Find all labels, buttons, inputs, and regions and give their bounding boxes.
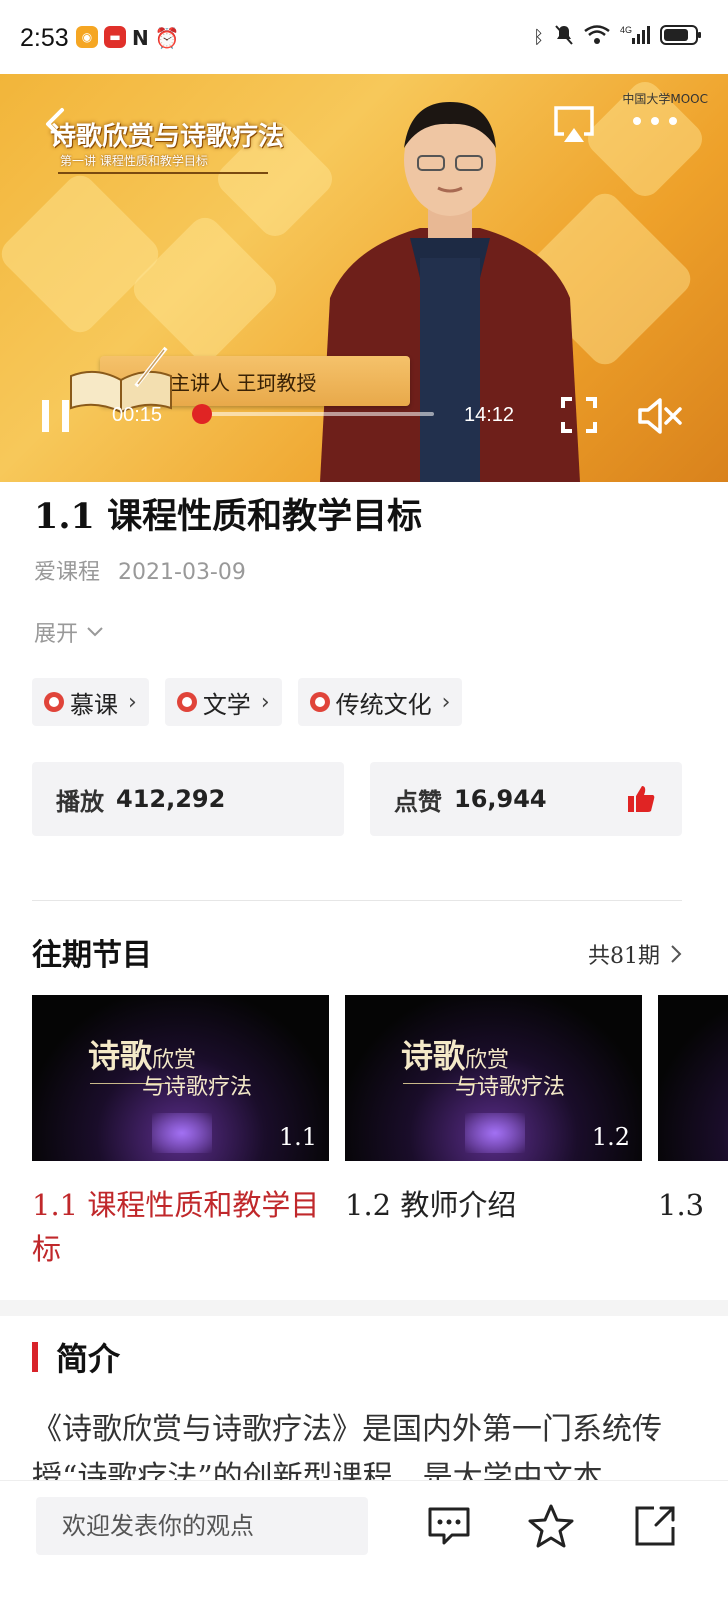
author-name[interactable]: 爱课程	[34, 560, 100, 585]
chevron-down-icon	[87, 627, 103, 637]
bottom-action-bar	[0, 1480, 728, 1600]
topic-icon	[176, 692, 197, 712]
episode-number: 1.1	[278, 1123, 317, 1151]
expand-label: 展开	[34, 622, 79, 647]
nfc-icon: N	[132, 26, 149, 50]
fullscreen-icon[interactable]	[560, 396, 598, 434]
status-time: 2:53	[20, 24, 69, 52]
share-icon[interactable]	[632, 1503, 678, 1549]
progress-slider[interactable]	[192, 404, 434, 424]
likes-value: 16,944	[454, 785, 547, 813]
episode-title: 1.2 教师介绍	[345, 1188, 517, 1222]
chevron-right-icon: ›	[260, 689, 270, 715]
comment-icon[interactable]	[426, 1503, 472, 1549]
play-count-card: 播放 412,292	[32, 762, 344, 836]
heading-accent-bar	[32, 1342, 38, 1372]
intro-text: 《诗歌欣赏与诗歌疗法》是国内外第一门系统传授“诗歌疗法”的创新型课程，是大学中文…	[32, 1412, 662, 1480]
tag-traditional-culture[interactable]: 传统文化 ›	[297, 678, 463, 726]
topic-icon	[44, 692, 64, 712]
episode-thumbnail: 诗歌欣赏 与诗歌疗法 1.2	[345, 995, 642, 1161]
alarm-icon: ⏰	[154, 26, 180, 50]
episode-number: 1.2	[591, 1123, 630, 1151]
section-divider	[32, 900, 682, 901]
plays-value: 412,292	[116, 785, 226, 813]
plays-label: 播放	[56, 786, 104, 816]
weibo-icon: ◉	[76, 26, 98, 48]
mute-icon[interactable]	[636, 396, 684, 436]
chevron-right-icon: ›	[441, 689, 451, 715]
more-options-icon[interactable]	[630, 106, 680, 136]
tag-label: 慕课	[70, 690, 118, 719]
likes-label: 点赞	[394, 786, 442, 816]
thumbs-up-icon	[628, 786, 655, 812]
signal-4g-icon: 4G	[620, 24, 650, 50]
battery-icon	[660, 24, 702, 50]
thumb-glow	[465, 1113, 525, 1153]
mooc-logo: 中国大学MOOC	[622, 92, 708, 106]
episode-title: 1.1 课程性质和教学目标	[32, 1188, 320, 1266]
presenter-figure	[320, 102, 580, 482]
svg-text:4G: 4G	[620, 25, 632, 35]
chevron-right-icon: ›	[128, 689, 137, 715]
star-icon[interactable]	[528, 1503, 574, 1549]
episode-count-label: 共81期	[588, 944, 660, 969]
episode-title: 1.3	[658, 1188, 705, 1222]
tag-literature[interactable]: 文学 ›	[164, 678, 282, 726]
progress-thumb[interactable]	[192, 404, 213, 424]
intro-heading: 简介	[56, 1340, 121, 1378]
bluetooth-icon: ᛒ	[533, 26, 544, 48]
current-time: 00:15	[112, 404, 163, 426]
episode-card[interactable]: 诗歌欣赏 与诗歌疗法 1.1 1.1 课程性质和教学目标	[32, 995, 329, 1271]
episode-card[interactable]: 诗歌欣赏 与诗歌疗法 1.2 1.2 教师介绍	[345, 995, 642, 1227]
video-meta: 爱课程 2021-03-09	[34, 554, 246, 586]
slide-title: 诗歌欣赏与诗歌疗法	[50, 122, 285, 152]
airplay-icon[interactable]	[552, 102, 596, 146]
status-bar: 2:53 ◉ ▬ N ⏰ ᛒ 4G	[0, 0, 728, 74]
video-player[interactable]: 诗歌欣赏与诗歌疗法 第一讲 课程性质和教学目标 中国大学MOOC 主讲人 王珂教…	[0, 74, 728, 482]
background-tile	[0, 169, 165, 339]
view-all-episodes[interactable]: 共81期	[588, 938, 682, 970]
thumb-subtitle: 与诗歌疗法	[455, 1075, 566, 1100]
tag-label: 文学	[202, 690, 251, 719]
wifi-icon	[584, 25, 610, 49]
episode-thumbnail	[658, 995, 728, 1161]
comment-input[interactable]	[36, 1497, 368, 1555]
background-tile	[127, 211, 283, 367]
publish-date: 2021-03-09	[118, 560, 246, 585]
video-title: 1.1 课程性质和教学目标	[34, 496, 423, 537]
section-separator	[0, 1300, 728, 1316]
expand-toggle[interactable]: 展开	[34, 616, 104, 648]
tag-label: 传统文化	[335, 690, 432, 719]
app-red-icon: ▬	[104, 26, 126, 48]
episode-thumbnail: 诗歌欣赏 与诗歌疗法 1.1	[32, 995, 329, 1161]
back-button[interactable]	[36, 104, 76, 144]
tag-list: 慕课 › 文学 › 传统文化 ›	[32, 678, 463, 726]
slide-subtitle: 第一讲 课程性质和教学目标	[60, 154, 208, 168]
like-button[interactable]: 点赞 16,944	[370, 762, 682, 836]
chevron-right-icon	[671, 945, 682, 963]
slide-divider	[58, 172, 268, 174]
thumb-subtitle: 与诗歌疗法	[142, 1075, 253, 1100]
pause-button[interactable]	[38, 396, 74, 436]
topic-icon	[309, 692, 330, 712]
thumb-glow	[152, 1113, 212, 1153]
tag-mooc[interactable]: 慕课 ›	[32, 678, 149, 726]
mute-bell-icon	[554, 24, 574, 50]
episode-carousel[interactable]: 诗歌欣赏 与诗歌疗法 1.1 1.1 课程性质和教学目标 诗歌欣赏 与诗歌疗法 …	[32, 995, 728, 1275]
total-time: 14:12	[464, 404, 515, 426]
episode-card[interactable]: 1.3	[658, 995, 728, 1227]
episodes-heading: 往期节目	[32, 938, 152, 973]
